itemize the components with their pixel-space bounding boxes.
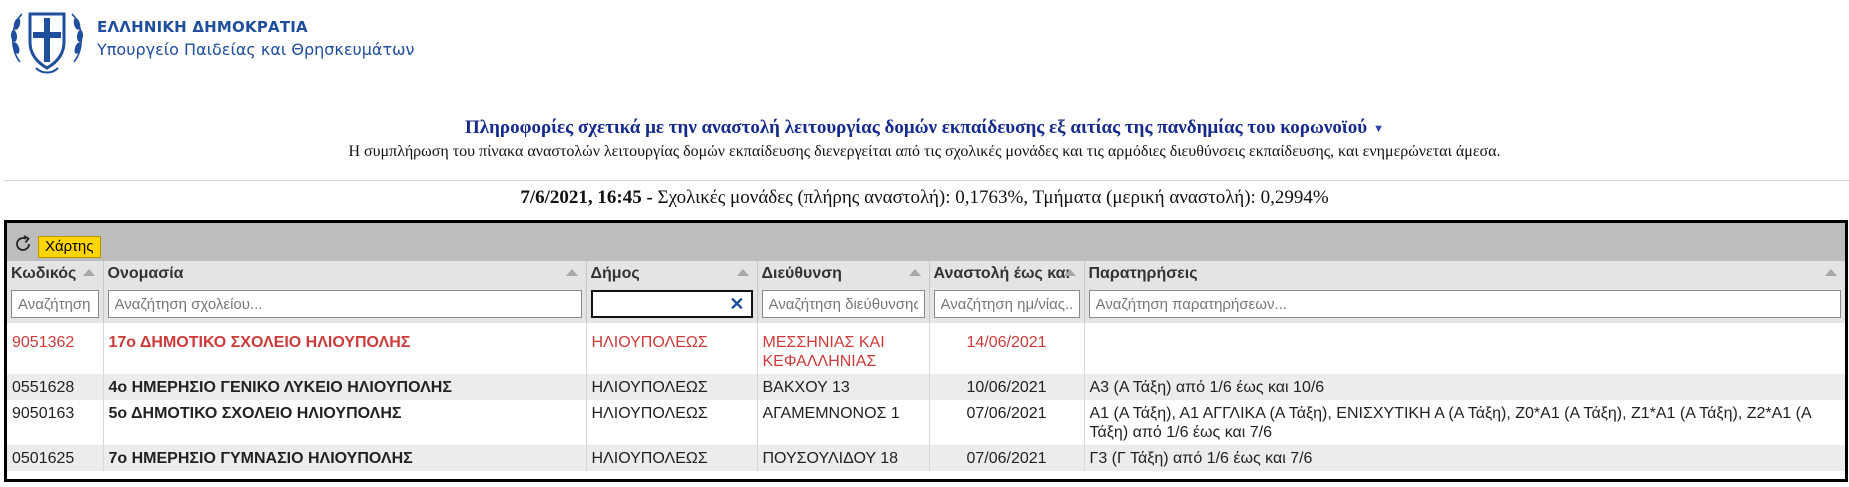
sort-up-icon[interactable] xyxy=(908,269,921,276)
col-header-name[interactable]: Ονομασία xyxy=(102,261,586,287)
cell-dimos: ΗΛΙΟΥΠΟΛΕΩΣ xyxy=(585,323,757,374)
cell-notes: Α1 (Α Τάξη), Α1 ΑΓΓΛΙΚΑ (Α Τάξη), ΕΝΙΣΧΥ… xyxy=(1083,400,1845,445)
filter-cell xyxy=(756,287,929,323)
sort-up-icon[interactable] xyxy=(736,269,749,276)
cell-notes: Γ3 (Γ Τάξη) από 1/6 έως και 7/6 xyxy=(1083,445,1845,471)
cell-code: 0501625 xyxy=(7,445,103,471)
stats-text: Σχολικές μονάδες (πλήρης αναστολή): 0,17… xyxy=(657,187,1329,208)
filter-row: ✕ xyxy=(7,287,1845,323)
table-row[interactable]: 9050163 5ο ΔΗΜΟΤΙΚΟ ΣΧΟΛΕΙΟ ΗΛΙΟΥΠΟΛΗΣ Η… xyxy=(7,400,1845,445)
divider xyxy=(4,180,1849,181)
info-subtitle: Η συμπλήρωση του πίνακα αναστολών λειτου… xyxy=(348,143,1501,160)
stats-line: 7/6/2021, 16:45 - Σχολικές μονάδες (πλήρ… xyxy=(0,187,1849,209)
cell-dimos: ΗΛΙΟΥΠΟΛΕΩΣ xyxy=(585,445,757,471)
filter-cell xyxy=(928,287,1084,323)
info-title-text: Πληροφορίες σχετικά με την αναστολή λειτ… xyxy=(465,117,1368,138)
filter-cell xyxy=(1083,287,1845,323)
schools-table: Κωδικός Ονομασία Δήμος Διεύθυνση Αναστολ… xyxy=(7,261,1845,471)
col-header-address[interactable]: Διεύθυνση xyxy=(756,261,929,287)
filter-cell: ✕ xyxy=(585,287,757,323)
cell-address: ΒΑΚΧΟΥ 13 xyxy=(756,374,929,400)
table-row[interactable]: 0501625 7ο ΗΜΕΡΗΣΙΟ ΓΥΜΝΑΣΙΟ ΗΛΙΟΥΠΟΛΗΣ … xyxy=(7,445,1845,471)
cell-code: 9051362 xyxy=(12,334,75,351)
school-search-input[interactable] xyxy=(107,290,582,318)
cell-date: 07/06/2021 xyxy=(928,445,1084,471)
refresh-icon[interactable] xyxy=(13,234,33,254)
stats-datetime: 7/6/2021, 16:45 - xyxy=(520,187,653,208)
suspensions-grid: Χάρτης Κωδικός Ονομασία Δήμος Διεύθυνση … xyxy=(4,220,1848,482)
filter-cell xyxy=(7,287,103,323)
cell-code: 9050163 xyxy=(12,405,75,422)
dimos-search-input[interactable] xyxy=(590,290,753,318)
cell-address: ΑΓΑΜΕΜΝΟΝΟΣ 1 xyxy=(756,400,929,445)
cell-date: 14/06/2021 xyxy=(928,323,1084,374)
notes-search-input[interactable] xyxy=(1088,290,1841,318)
sort-up-icon[interactable] xyxy=(1063,269,1076,276)
cell-notes: Α3 (Α Τάξη) από 1/6 έως και 10/6 xyxy=(1083,374,1845,400)
col-header-notes[interactable]: Παρατηρήσεις xyxy=(1083,261,1845,287)
org-name-line1: ΕΛΛΗΝΙΚΗ ΔΗΜΟΚΡΑΤΙΑ xyxy=(97,18,308,36)
org-name-line2: Υπουργείο Παιδείας και Θρησκευμάτων xyxy=(97,40,415,59)
col-header-label: Κωδικός xyxy=(11,265,77,282)
col-header-label: Παρατηρήσεις xyxy=(1088,265,1198,282)
address-search-input[interactable] xyxy=(761,290,925,318)
col-header-dimos[interactable]: Δήμος xyxy=(585,261,757,287)
col-header-label: Αναστολή έως και xyxy=(933,265,1070,282)
header-row: Κωδικός Ονομασία Δήμος Διεύθυνση Αναστολ… xyxy=(7,261,1845,287)
col-header-date[interactable]: Αναστολή έως και xyxy=(928,261,1084,287)
col-header-code[interactable]: Κωδικός xyxy=(7,261,103,287)
cell-address: ΠΟΥΣΟΥΛΙΔΟΥ 18 xyxy=(756,445,929,471)
sort-up-icon[interactable] xyxy=(1825,269,1837,276)
cell-name: 17ο ΔΗΜΟΤΙΚΟ ΣΧΟΛΕΙΟ ΗΛΙΟΥΠΟΛΗΣ xyxy=(102,323,586,374)
cell-name: 4ο ΗΜΕΡΗΣΙΟ ΓΕΝΙΚΟ ΛΥΚΕΙΟ ΗΛΙΟΥΠΟΛΗΣ xyxy=(102,374,586,400)
close-icon[interactable]: ✕ xyxy=(729,293,744,315)
cell-date: 07/06/2021 xyxy=(928,400,1084,445)
date-search-input[interactable] xyxy=(933,290,1080,318)
col-header-label: Δήμος xyxy=(590,265,640,282)
grid-toolbar: Χάρτης xyxy=(7,223,1845,261)
cell-code: 0551628 xyxy=(7,374,103,400)
dropdown-arrow-icon[interactable]: ▼ xyxy=(1373,123,1384,135)
map-button[interactable]: Χάρτης xyxy=(38,236,101,258)
cell-name: 5ο ΔΗΜΟΤΙΚΟ ΣΧΟΛΕΙΟ ΗΛΙΟΥΠΟΛΗΣ xyxy=(102,400,586,445)
cell-date: 10/06/2021 xyxy=(928,374,1084,400)
cell-name: 7ο ΗΜΕΡΗΣΙΟ ΓΥΜΝΑΣΙΟ ΗΛΙΟΥΠΟΛΗΣ xyxy=(102,445,586,471)
code-search-input[interactable] xyxy=(11,290,99,318)
sort-up-icon[interactable] xyxy=(82,269,95,276)
cell-dimos: ΗΛΙΟΥΠΟΛΕΩΣ xyxy=(585,374,757,400)
cell-dimos: ΗΛΙΟΥΠΟΛΕΩΣ xyxy=(585,400,757,445)
cell-notes xyxy=(1083,323,1845,374)
info-title[interactable]: Πληροφορίες σχετικά με την αναστολή λειτ… xyxy=(0,117,1849,139)
greek-coat-of-arms-logo xyxy=(10,12,84,74)
table-row[interactable]: 0551628 4ο ΗΜΕΡΗΣΙΟ ΓΕΝΙΚΟ ΛΥΚΕΙΟ ΗΛΙΟΥΠ… xyxy=(7,374,1845,400)
col-header-label: Ονομασία xyxy=(107,265,184,282)
ministry-heading: ΕΛΛΗΝΙΚΗ ΔΗΜΟΚΡΑΤΙΑ Υπουργείο Παιδείας κ… xyxy=(97,18,414,59)
table-row[interactable]: 9051362 17ο ΔΗΜΟΤΙΚΟ ΣΧΟΛΕΙΟ ΗΛΙΟΥΠΟΛΗΣ … xyxy=(7,323,1845,374)
dimos-filter-wrap: ✕ xyxy=(590,290,753,318)
filter-cell xyxy=(102,287,586,323)
sort-up-icon[interactable] xyxy=(565,269,578,276)
col-header-label: Διεύθυνση xyxy=(761,265,842,282)
cell-address: ΜΕΣΣΗΝΙΑΣ ΚΑΙ ΚΕΦΑΛΛΗΝΙΑΣ xyxy=(756,323,929,374)
